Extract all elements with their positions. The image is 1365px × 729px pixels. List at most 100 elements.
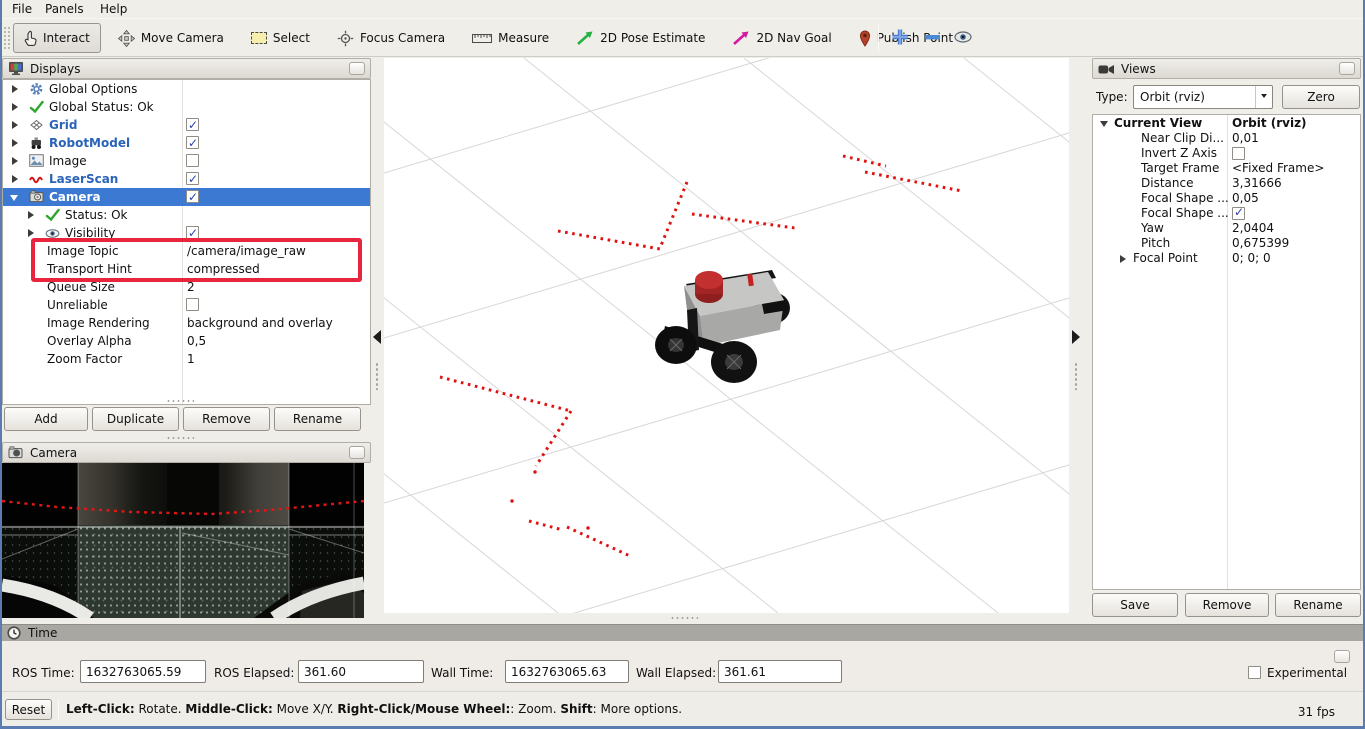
views-row-pitch[interactable]: Pitch 0,675399 — [1093, 236, 1360, 251]
views-row-focal-shape-size[interactable]: Focal Shape ... 0,05 — [1093, 191, 1360, 206]
remove-view-button[interactable]: Remove — [1185, 593, 1269, 617]
camera-checkbox[interactable] — [186, 190, 199, 203]
expander-icon[interactable] — [1120, 255, 1126, 263]
expander-icon[interactable] — [12, 157, 18, 165]
focal-point-value[interactable]: 0; 0; 0 — [1232, 251, 1271, 266]
near-clip-value[interactable]: 0,01 — [1232, 131, 1259, 146]
expander-icon[interactable] — [1100, 121, 1108, 127]
target-frame-value[interactable]: <Fixed Frame> — [1232, 161, 1324, 176]
menu-panels[interactable]: Panels — [41, 1, 88, 17]
image-checkbox[interactable] — [186, 154, 199, 167]
tree-row-camera[interactable]: Camera — [3, 188, 370, 206]
add-button[interactable]: Add — [4, 407, 88, 431]
splitter-grip[interactable] — [375, 362, 379, 390]
experimental-checkbox[interactable] — [1248, 666, 1261, 679]
tree-row-camera-status[interactable]: Status: Ok — [3, 206, 370, 224]
zoom-out-minus-icon — [923, 27, 945, 47]
views-row-yaw[interactable]: Yaw 2,0404 — [1093, 221, 1360, 236]
tool-zoom-out[interactable] — [923, 22, 945, 52]
tool-focus-camera[interactable]: Focus Camera — [327, 23, 455, 53]
tree-row-zoom-factor[interactable]: Zoom Factor 1 — [3, 350, 370, 368]
views-row-invert-z[interactable]: Invert Z Axis — [1093, 146, 1360, 161]
tool-zoom-in[interactable] — [890, 22, 910, 52]
zero-button[interactable]: Zero — [1282, 85, 1360, 109]
grid-checkbox[interactable] — [186, 118, 199, 131]
distance-value[interactable]: 3,31666 — [1232, 176, 1282, 191]
reset-button[interactable]: Reset — [5, 699, 52, 720]
zoom-factor-value[interactable]: 1 — [187, 350, 195, 368]
yaw-value[interactable]: 2,0404 — [1232, 221, 1274, 236]
views-panel-button[interactable] — [1339, 62, 1355, 75]
tool-interact[interactable]: Interact — [13, 23, 101, 53]
tree-row-grid[interactable]: Grid — [3, 116, 370, 134]
expander-icon[interactable] — [10, 195, 18, 201]
tree-row-overlay-alpha[interactable]: Overlay Alpha 0,5 — [3, 332, 370, 350]
ros-elapsed-input[interactable] — [298, 660, 424, 683]
duplicate-button[interactable]: Duplicate — [92, 407, 179, 431]
tool-select[interactable]: Select — [241, 23, 320, 53]
collapse-right-handle[interactable] — [1072, 330, 1080, 344]
expander-icon[interactable] — [28, 211, 34, 219]
tree-row-robotmodel[interactable]: RobotModel — [3, 134, 370, 152]
expander-icon[interactable] — [12, 85, 18, 93]
views-row-focal-point[interactable]: Focal Point 0; 0; 0 — [1093, 251, 1360, 266]
tool-label: Select — [273, 31, 310, 45]
tree-row-global-options[interactable]: Global Options — [3, 80, 370, 98]
tool-2d-nav-goal[interactable]: 2D Nav Goal — [722, 23, 841, 53]
menu-help[interactable]: Help — [96, 1, 131, 17]
remove-button[interactable]: Remove — [183, 407, 270, 431]
pitch-value[interactable]: 0,675399 — [1232, 236, 1289, 251]
overlay-alpha-value[interactable]: 0,5 — [187, 332, 206, 350]
toolbar-grip[interactable] — [3, 26, 10, 51]
views-row-current-view[interactable]: Current View Orbit (rviz) — [1093, 116, 1360, 131]
invert-z-checkbox[interactable] — [1232, 147, 1245, 160]
unreliable-checkbox[interactable] — [186, 298, 199, 311]
tool-label: Measure — [498, 31, 549, 45]
rename-button[interactable]: Rename — [274, 407, 361, 431]
collapse-left-handle[interactable] — [373, 330, 381, 344]
time-panel-button[interactable] — [1334, 650, 1350, 663]
tree-row-global-status[interactable]: Global Status: Ok — [3, 98, 370, 116]
rename-view-button[interactable]: Rename — [1275, 593, 1361, 617]
tool-measure[interactable]: Measure — [462, 23, 559, 53]
splitter-grip[interactable] — [1074, 362, 1078, 390]
wall-time-input[interactable] — [505, 660, 629, 683]
save-view-button[interactable]: Save — [1092, 593, 1178, 617]
focal-shape-size-value[interactable]: 0,05 — [1232, 191, 1259, 206]
views-row-focal-shape-fixed[interactable]: Focal Shape ... — [1093, 206, 1360, 221]
camera-panel-button[interactable] — [349, 446, 365, 459]
focal-shape-checkbox[interactable] — [1232, 207, 1245, 220]
tool-visibility[interactable] — [953, 22, 977, 52]
camera-image-view[interactable] — [2, 463, 364, 618]
nav-goal-arrow-icon — [732, 31, 750, 46]
displays-panel-button[interactable] — [349, 62, 365, 75]
image-rendering-value[interactable]: background and overlay — [187, 314, 333, 332]
laserscan-checkbox[interactable] — [186, 172, 199, 185]
view-type-combo[interactable]: Orbit (rviz) — [1133, 85, 1273, 109]
camera-icon — [29, 190, 45, 203]
wall-elapsed-input[interactable] — [718, 660, 842, 683]
views-row-near-clip[interactable]: Near Clip Di... 0,01 — [1093, 131, 1360, 146]
expander-icon[interactable] — [12, 103, 18, 111]
splitter-grip[interactable] — [670, 616, 698, 620]
views-row-distance[interactable]: Distance 3,31666 — [1093, 176, 1360, 191]
tree-row-laserscan[interactable]: LaserScan — [3, 170, 370, 188]
camera-panel-title: Camera — [30, 446, 343, 460]
expander-icon[interactable] — [28, 229, 34, 237]
expander-icon[interactable] — [12, 175, 18, 183]
tool-move-camera[interactable]: Move Camera — [108, 23, 234, 53]
views-row-target-frame[interactable]: Target Frame <Fixed Frame> — [1093, 161, 1360, 176]
menu-file[interactable]: File — [8, 1, 36, 17]
tree-row-unreliable[interactable]: Unreliable — [3, 296, 370, 314]
expander-icon[interactable] — [12, 121, 18, 129]
splitter-grip[interactable] — [166, 399, 194, 403]
tree-row-image-rendering[interactable]: Image Rendering background and overlay — [3, 314, 370, 332]
splitter-grip[interactable] — [166, 436, 194, 440]
robotmodel-checkbox[interactable] — [186, 136, 199, 149]
ros-time-input[interactable] — [80, 660, 206, 683]
tool-2d-pose-estimate[interactable]: 2D Pose Estimate — [566, 23, 715, 53]
zoom-in-plus-icon — [890, 27, 910, 47]
3d-viewport[interactable] — [384, 58, 1069, 613]
expander-icon[interactable] — [12, 139, 18, 147]
tree-row-image[interactable]: Image — [3, 152, 370, 170]
